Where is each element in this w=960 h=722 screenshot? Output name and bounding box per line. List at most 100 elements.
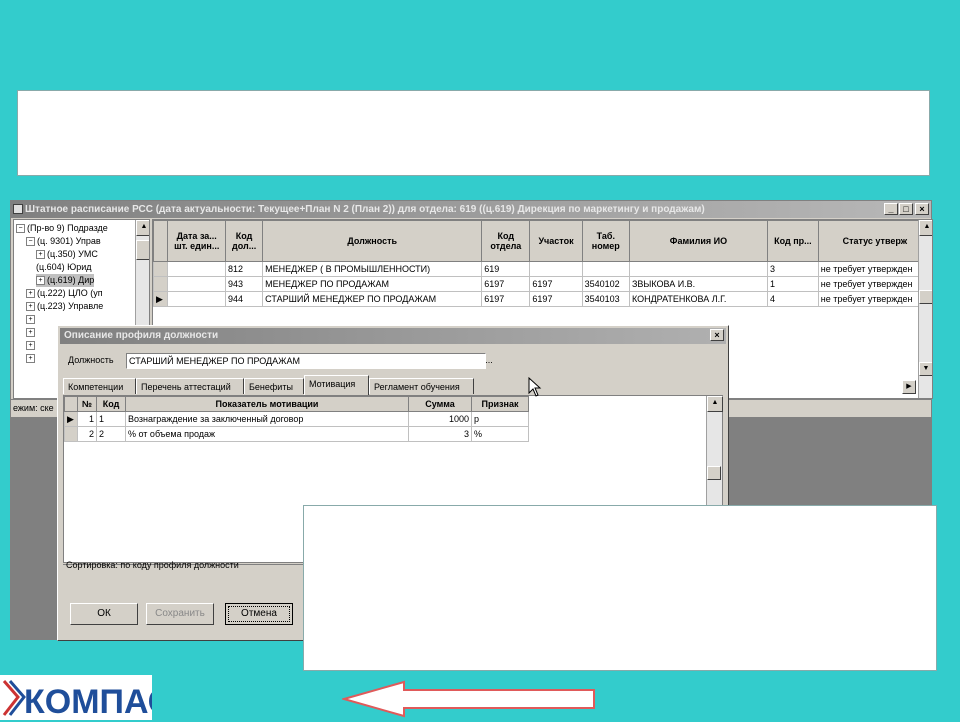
expand-icon[interactable]: + xyxy=(26,328,35,338)
tab-3[interactable]: Бенефиты xyxy=(244,378,304,394)
scroll-right-icon[interactable]: ▶ xyxy=(902,380,916,394)
expand-icon[interactable]: + xyxy=(26,302,35,312)
scroll-thumb[interactable] xyxy=(707,466,721,480)
row-indicator-icon: ▶ xyxy=(153,291,169,307)
column-header[interactable]: Таб. номер xyxy=(581,220,630,262)
scroll-thumb[interactable] xyxy=(919,290,932,304)
scroll-up-icon[interactable]: ▲ xyxy=(919,220,932,236)
expand-icon[interactable]: + xyxy=(26,341,35,351)
collapse-icon[interactable]: − xyxy=(26,237,35,247)
tree-item[interactable]: − (ц. 9301) Управ xyxy=(26,235,101,248)
close-button[interactable]: × xyxy=(915,203,929,215)
expand-icon[interactable]: + xyxy=(26,354,35,364)
position-label: Должность xyxy=(68,355,114,365)
column-header[interactable]: Показатель мотивации xyxy=(125,396,409,412)
column-header[interactable] xyxy=(64,396,78,412)
column-header[interactable]: Участок xyxy=(529,220,583,262)
tree-item[interactable]: − (Пр-во 9) Подразде xyxy=(16,222,108,235)
table-cell: МЕНЕДЖЕР ПО ПРОДАЖАМ xyxy=(262,276,483,292)
table-cell: % от объема продаж xyxy=(125,426,409,442)
scroll-up-icon[interactable]: ▲ xyxy=(136,220,149,236)
tree-item[interactable]: + xyxy=(26,339,37,352)
table-row[interactable]: 812 МЕНЕДЖЕР ( В ПРОМЫШЛЕННОСТИ) 619 3 не тр… xyxy=(153,261,932,277)
table-cell: 812 xyxy=(225,261,264,277)
table-cell xyxy=(628,261,769,277)
scroll-thumb[interactable] xyxy=(136,240,149,260)
tab-1[interactable]: Компетенции xyxy=(63,378,136,394)
table-cell: 944 xyxy=(225,291,264,307)
row-indicator-icon xyxy=(153,276,169,292)
maximize-button[interactable]: □ xyxy=(899,203,913,215)
tree-item[interactable]: + (ц.350) УМС xyxy=(36,248,98,261)
table-cell: Вознаграждение за заключенный договор xyxy=(125,411,409,427)
tree-item-label: (ц.222) ЦЛО (уп xyxy=(37,288,103,298)
column-header[interactable] xyxy=(153,220,169,262)
table-cell: не требует утвержден xyxy=(817,291,932,307)
table-cell xyxy=(167,276,227,292)
table-cell: 1 xyxy=(96,411,126,427)
app-icon xyxy=(13,204,23,214)
table-row[interactable]: ▶ 1 1 Вознаграждение за заключенный договор… xyxy=(64,411,529,427)
table-row[interactable]: ▶ 944 СТАРШИЙ МЕНЕДЖЕР ПО ПРОДАЖАМ 6197 6197… xyxy=(153,291,932,307)
sort-status: Сортировка: по коду профиля должности xyxy=(66,560,239,570)
table-cell: 1 xyxy=(767,276,819,292)
logo-text: КОМПАС xyxy=(24,683,152,720)
ok-button[interactable]: ОК xyxy=(70,603,138,625)
tree-item[interactable]: + (ц.223) Управле xyxy=(26,300,103,313)
tab-4[interactable]: Мотивация xyxy=(304,375,369,395)
grid-scrollbar[interactable]: ▲ ▼ xyxy=(918,220,932,398)
kompas-logo-image: КОМПАС xyxy=(2,680,172,721)
table-cell: КОНДРАТЕНКОВА Л.Г. xyxy=(628,291,769,307)
table-cell: МЕНЕДЖЕР ( В ПРОМЫШЛЕННОСТИ) xyxy=(262,261,483,277)
table-cell: 6197 xyxy=(529,291,583,307)
column-header[interactable]: Дата за... шт. един... xyxy=(167,220,227,262)
kompas-logo: КОМПАС xyxy=(0,675,172,721)
table-cell: р xyxy=(471,411,529,427)
expand-icon[interactable]: + xyxy=(36,250,45,260)
tree-item[interactable]: + xyxy=(26,326,37,339)
tree-item[interactable]: + xyxy=(26,313,37,326)
column-header[interactable]: Код дол... xyxy=(225,220,264,262)
scroll-up-icon[interactable]: ▲ xyxy=(707,396,723,412)
column-header[interactable]: Признак xyxy=(471,396,529,412)
expand-icon[interactable]: + xyxy=(36,276,45,286)
column-header[interactable]: Код пр... xyxy=(767,220,819,262)
save-button[interactable]: Сохранить xyxy=(146,603,214,625)
column-header[interactable]: Сумма xyxy=(408,396,472,412)
column-header[interactable]: № xyxy=(77,396,97,412)
position-lookup-button[interactable]: ... xyxy=(483,353,495,369)
column-header[interactable]: Код отдела xyxy=(481,220,531,262)
dialog-close-button[interactable]: × xyxy=(710,329,724,341)
expand-icon[interactable]: + xyxy=(26,289,35,299)
collapse-icon[interactable]: − xyxy=(16,224,25,234)
table-row[interactable]: 2 2% от объема продаж 3% xyxy=(64,426,529,442)
position-field[interactable]: СТАРШИЙ МЕНЕДЖЕР ПО ПРОДАЖАМ xyxy=(126,353,486,369)
table-cell: не требует утвержден xyxy=(817,261,932,277)
top-blank-panel xyxy=(17,90,930,176)
tab-2[interactable]: Перечень аттестаций xyxy=(136,378,244,394)
tree-item-label: (ц.223) Управле xyxy=(37,301,104,311)
column-header[interactable]: Должность xyxy=(262,220,483,262)
table-cell: % xyxy=(471,426,529,442)
tree-item[interactable]: + (ц.619) Дир xyxy=(36,274,95,287)
table-cell xyxy=(167,261,227,277)
tree-item[interactable]: + xyxy=(26,352,37,365)
column-header[interactable]: Статус утверж xyxy=(817,220,932,262)
expand-icon[interactable]: + xyxy=(26,315,35,325)
tree-item[interactable]: (ц.604) Юрид xyxy=(36,261,92,274)
column-header[interactable]: Код xyxy=(96,396,126,412)
tab-5[interactable]: Регламент обучения xyxy=(369,378,474,394)
cancel-button[interactable]: Отмена xyxy=(225,603,293,625)
left-arrow-icon xyxy=(342,680,595,718)
table-cell: 3540103 xyxy=(581,291,630,307)
table-cell: 2 xyxy=(77,426,97,442)
table-cell: не требует утвержден xyxy=(817,276,932,292)
table-cell: 2 xyxy=(96,426,126,442)
table-cell: 6197 xyxy=(481,291,531,307)
minimize-button[interactable]: _ xyxy=(884,203,898,215)
scroll-down-icon[interactable]: ▼ xyxy=(919,362,932,376)
column-header[interactable]: Фамилия ИО xyxy=(628,220,769,262)
tree-item[interactable]: + (ц.222) ЦЛО (уп xyxy=(26,287,103,300)
table-row[interactable]: 943 МЕНЕДЖЕР ПО ПРОДАЖАМ 6197 6197 3540102 ЗВ… xyxy=(153,276,932,292)
dialog-title: Описание профиля должности xyxy=(60,328,726,344)
